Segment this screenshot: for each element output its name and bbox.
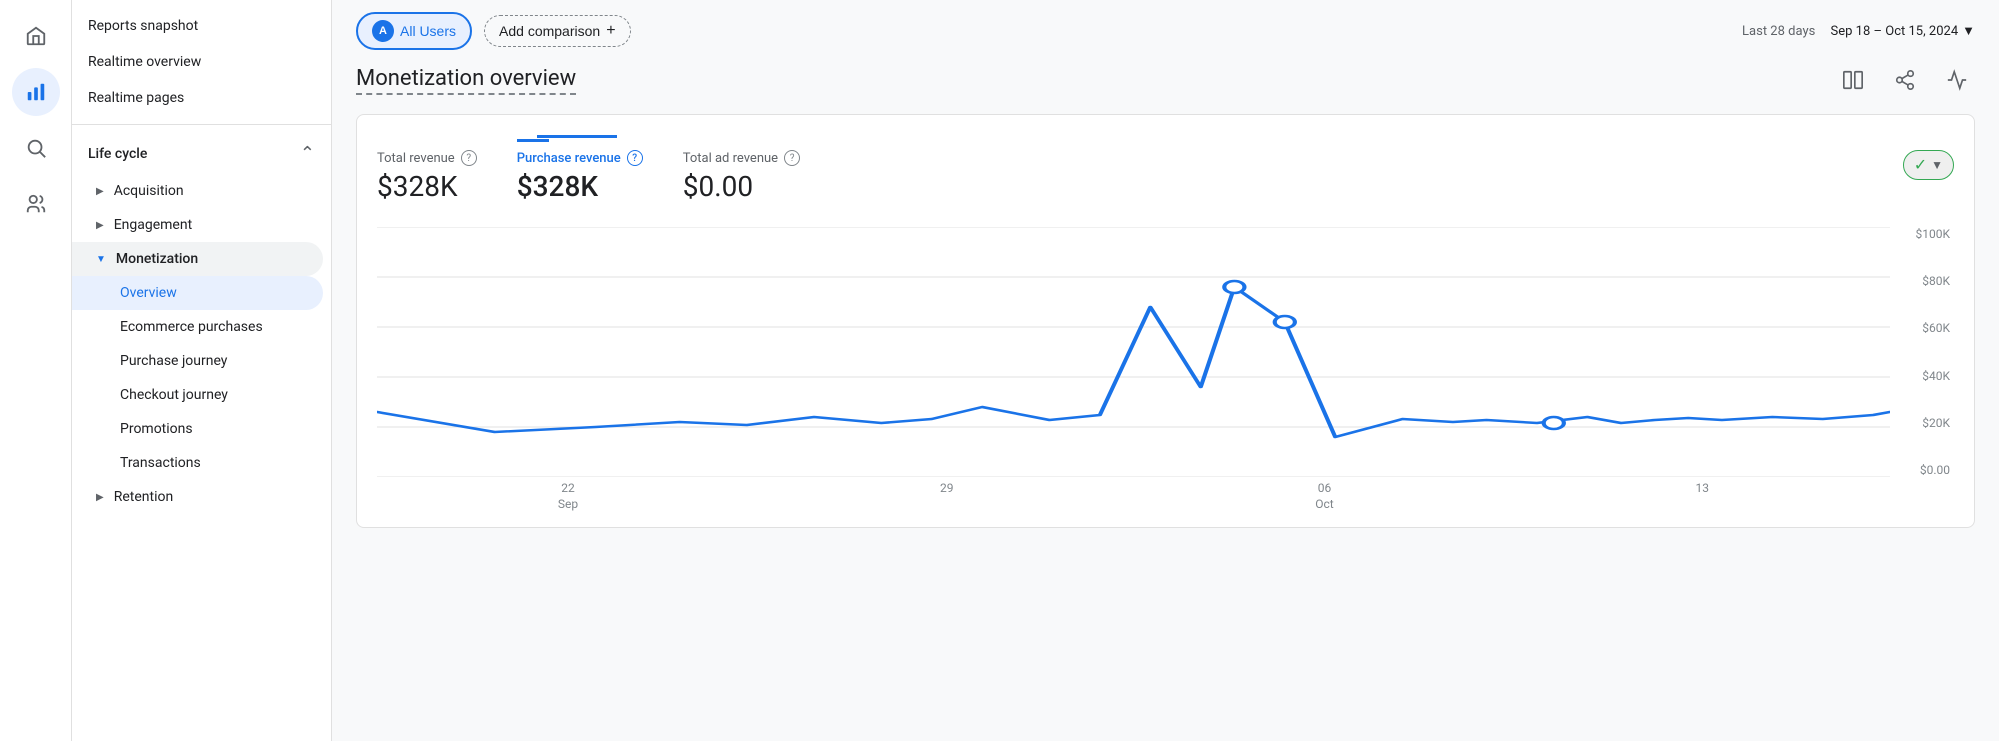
icon-bar bbox=[0, 0, 72, 741]
sidebar-item-promotions[interactable]: Promotions bbox=[72, 412, 331, 446]
page-title: Monetization overview bbox=[356, 66, 576, 95]
date-range-chevron-icon: ▼ bbox=[1962, 23, 1975, 39]
analytics-icon[interactable] bbox=[12, 68, 60, 116]
y-label-60k: $60K bbox=[1894, 321, 1950, 335]
retention-label: Retention bbox=[114, 489, 174, 505]
total-ad-revenue-label: Total ad revenue ? bbox=[683, 150, 800, 166]
total-ad-revenue-info-icon[interactable]: ? bbox=[784, 150, 800, 166]
x-label-oct06: 06 Oct bbox=[1315, 481, 1333, 512]
add-comparison-plus-icon: + bbox=[606, 22, 615, 40]
all-users-button[interactable]: A All Users bbox=[356, 12, 472, 50]
lifecycle-label: Life cycle bbox=[88, 146, 147, 162]
monetization-label: Monetization bbox=[116, 251, 198, 267]
chart-svg bbox=[377, 227, 1890, 477]
topbar-left: A All Users Add comparison + bbox=[356, 12, 631, 50]
purchase-revenue-value: $328K bbox=[517, 170, 643, 203]
add-comparison-button[interactable]: Add comparison + bbox=[484, 15, 631, 47]
sidebar-item-acquisition[interactable]: ▶ Acquisition bbox=[72, 174, 331, 208]
y-label-20k: $20K bbox=[1894, 416, 1950, 430]
check-icon: ✓ bbox=[1914, 155, 1927, 175]
topbar: A All Users Add comparison + Last 28 day… bbox=[332, 0, 1999, 62]
purchase-revenue-info-icon[interactable]: ? bbox=[627, 150, 643, 166]
monetization-expand-icon: ▼ bbox=[96, 254, 106, 265]
home-icon[interactable] bbox=[12, 12, 60, 60]
sidebar-item-transactions[interactable]: Transactions bbox=[72, 446, 331, 480]
lifecycle-section-header[interactable]: Life cycle ⌃ bbox=[72, 133, 331, 174]
acquisition-expand-icon: ▶ bbox=[96, 186, 104, 197]
date-range-separator bbox=[1821, 24, 1824, 39]
x-label-oct13: 13 bbox=[1696, 481, 1710, 497]
y-label-0: $0.00 bbox=[1894, 463, 1950, 477]
purchase-revenue-tab-indicator bbox=[537, 135, 617, 138]
total-revenue-label: Total revenue ? bbox=[377, 150, 477, 166]
metric-dropdown-chevron-icon: ▼ bbox=[1931, 158, 1943, 172]
sidebar-item-engagement[interactable]: ▶ Engagement bbox=[72, 208, 331, 242]
acquisition-label: Acquisition bbox=[114, 183, 184, 199]
purchase-revenue-label: Purchase revenue ? bbox=[517, 150, 643, 166]
total-ad-revenue-metric: Total ad revenue ? $0.00 bbox=[683, 150, 800, 203]
retention-expand-icon: ▶ bbox=[96, 492, 104, 503]
audience-icon[interactable] bbox=[12, 180, 60, 228]
sidebar-item-ecommerce-purchases[interactable]: Ecommerce purchases bbox=[72, 310, 331, 344]
topbar-right: Last 28 days Sep 18 – Oct 15, 2024 ▼ bbox=[1742, 23, 1975, 39]
sidebar-divider bbox=[72, 124, 331, 125]
search-icon[interactable] bbox=[12, 124, 60, 172]
x-label-sep29: 29 bbox=[940, 481, 954, 497]
y-axis-labels: $100K $80K $60K $40K $20K $0.00 bbox=[1894, 227, 1954, 477]
engagement-expand-icon: ▶ bbox=[96, 220, 104, 231]
total-ad-revenue-value: $0.00 bbox=[683, 170, 800, 203]
main-content: A All Users Add comparison + Last 28 day… bbox=[332, 0, 1999, 741]
sidebar-item-checkout-journey[interactable]: Checkout journey bbox=[72, 378, 331, 412]
page-header-actions bbox=[1835, 62, 1975, 98]
sidebar-item-overview[interactable]: Overview bbox=[72, 276, 323, 310]
date-range-button[interactable]: Sep 18 – Oct 15, 2024 ▼ bbox=[1831, 23, 1975, 39]
insights-button[interactable] bbox=[1939, 62, 1975, 98]
y-label-40k: $40K bbox=[1894, 369, 1950, 383]
purchase-revenue-metric: Purchase revenue ? $328K bbox=[517, 150, 643, 203]
chart-card: Total revenue ? $328K Purchase revenue ?… bbox=[356, 114, 1975, 528]
all-users-avatar: A bbox=[372, 20, 394, 42]
sidebar-item-realtime-overview[interactable]: Realtime overview bbox=[72, 44, 331, 80]
page-content: Monetization overview bbox=[332, 62, 1999, 741]
sidebar-item-retention[interactable]: ▶ Retention bbox=[72, 480, 331, 514]
sidebar-item-realtime-pages[interactable]: Realtime pages bbox=[72, 80, 331, 116]
y-label-80k: $80K bbox=[1894, 274, 1950, 288]
all-users-label: All Users bbox=[400, 23, 456, 39]
sidebar-item-purchase-journey[interactable]: Purchase journey bbox=[72, 344, 331, 378]
total-revenue-info-icon[interactable]: ? bbox=[461, 150, 477, 166]
engagement-label: Engagement bbox=[114, 217, 192, 233]
metrics-row: Total revenue ? $328K Purchase revenue ?… bbox=[377, 150, 1954, 203]
total-revenue-value: $328K bbox=[377, 170, 477, 203]
chart-area: $100K $80K $60K $40K $20K $0.00 bbox=[377, 227, 1954, 507]
sidebar-item-monetization[interactable]: ▼ Monetization bbox=[72, 242, 323, 276]
y-label-100k: $100K bbox=[1894, 227, 1950, 241]
metric-dropdown-button[interactable]: ✓ ▼ bbox=[1903, 150, 1954, 180]
x-axis-labels: 22 Sep 29 06 Oct 13 bbox=[377, 477, 1890, 507]
total-revenue-metric: Total revenue ? $328K bbox=[377, 150, 477, 203]
page-header: Monetization overview bbox=[356, 62, 1975, 98]
date-range-value: Sep 18 – Oct 15, 2024 bbox=[1831, 24, 1959, 39]
add-comparison-label: Add comparison bbox=[499, 23, 600, 39]
sidebar-item-reports-snapshot[interactable]: Reports snapshot bbox=[72, 8, 331, 44]
x-label-sep22: 22 Sep bbox=[558, 481, 578, 512]
compare-columns-button[interactable] bbox=[1835, 62, 1871, 98]
date-range-last-label: Last 28 days bbox=[1742, 24, 1815, 39]
sidebar: Reports snapshot Realtime overview Realt… bbox=[72, 0, 332, 741]
share-button[interactable] bbox=[1887, 62, 1923, 98]
lifecycle-chevron-icon: ⌃ bbox=[300, 143, 315, 164]
